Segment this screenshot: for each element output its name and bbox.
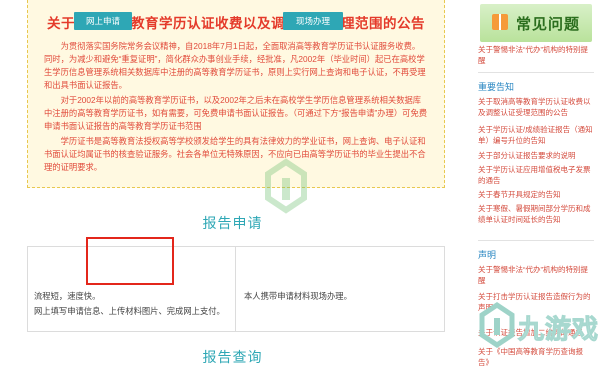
highlight-box — [86, 237, 174, 285]
onsite-apply-desc: 本人携带申请材料现场办理。 — [244, 291, 352, 301]
sidebar-divider — [478, 72, 594, 73]
announcement-paragraph-3: 学历证书是高等教育法授权高等学校颁发给学生的具有法律效力的学业证书，网上查询、电… — [44, 136, 426, 172]
announcement-paragraph-1: 为贯彻落实国务院常务会议精神，自2018年7月1日起，全面取消高等教育学历证书认… — [44, 41, 426, 90]
important-link[interactable]: 关于取消高等教育学历认证收费以及调整认证受理范围的公告 — [478, 96, 594, 118]
important-link[interactable]: 关于春节开具规定的告知 — [478, 189, 594, 200]
announcement-paragraph-2: 对于2002年以前的高等教育学历证书，以及2002年之后未在高校学生学历信息管理… — [44, 95, 428, 131]
statement-link[interactable]: 关于警惕非法“代办”机构的特别提醒 — [478, 264, 594, 286]
important-link[interactable]: 关于学历认证/成绩验证报告（通知单）编号升位的告知 — [478, 124, 594, 146]
important-link[interactable]: 关于学历认证应用增值税电子发票的通告 — [478, 164, 594, 186]
important-link[interactable]: 关于寒假、暑假期间部分学历和成绩单认证时间延长的告知 — [478, 203, 594, 225]
report-apply-title: 报告申请 — [202, 215, 263, 231]
important-notice-heading: 重要告知 — [478, 82, 515, 92]
watermark-game-icon — [479, 301, 515, 349]
onsite-apply-button[interactable]: 现场办理 — [283, 12, 343, 30]
report-query-title: 报告查询 — [202, 349, 263, 365]
gift-icon — [492, 14, 508, 30]
faq-title: 常见问题 — [516, 16, 581, 33]
sidebar-divider — [478, 240, 594, 241]
watermark: 九游戏 — [470, 295, 600, 368]
online-apply-button[interactable]: 网上申请 — [74, 12, 132, 30]
faq-link[interactable]: 关于警惕非法“代办”机构的特别提醒 — [478, 44, 594, 66]
watermark-logo-icon — [265, 158, 307, 214]
panel-divider — [235, 247, 236, 331]
online-apply-desc-2: 网上填写申请信息、上传材料图片、完成网上支付。 — [34, 306, 225, 316]
statement-heading: 声明 — [478, 250, 497, 260]
watermark-text: 九游戏 — [517, 314, 600, 345]
important-link[interactable]: 关于部分认证报告要求的说明 — [478, 150, 594, 161]
online-apply-desc-1: 流程短，速度快。 — [34, 291, 101, 301]
main-content: 关于取消高等教育学历认证收费以及调整认证受理范围的公告 为贯彻落实国务院常务会议… — [0, 0, 465, 368]
faq-banner[interactable]: 常见问题 — [480, 4, 592, 42]
